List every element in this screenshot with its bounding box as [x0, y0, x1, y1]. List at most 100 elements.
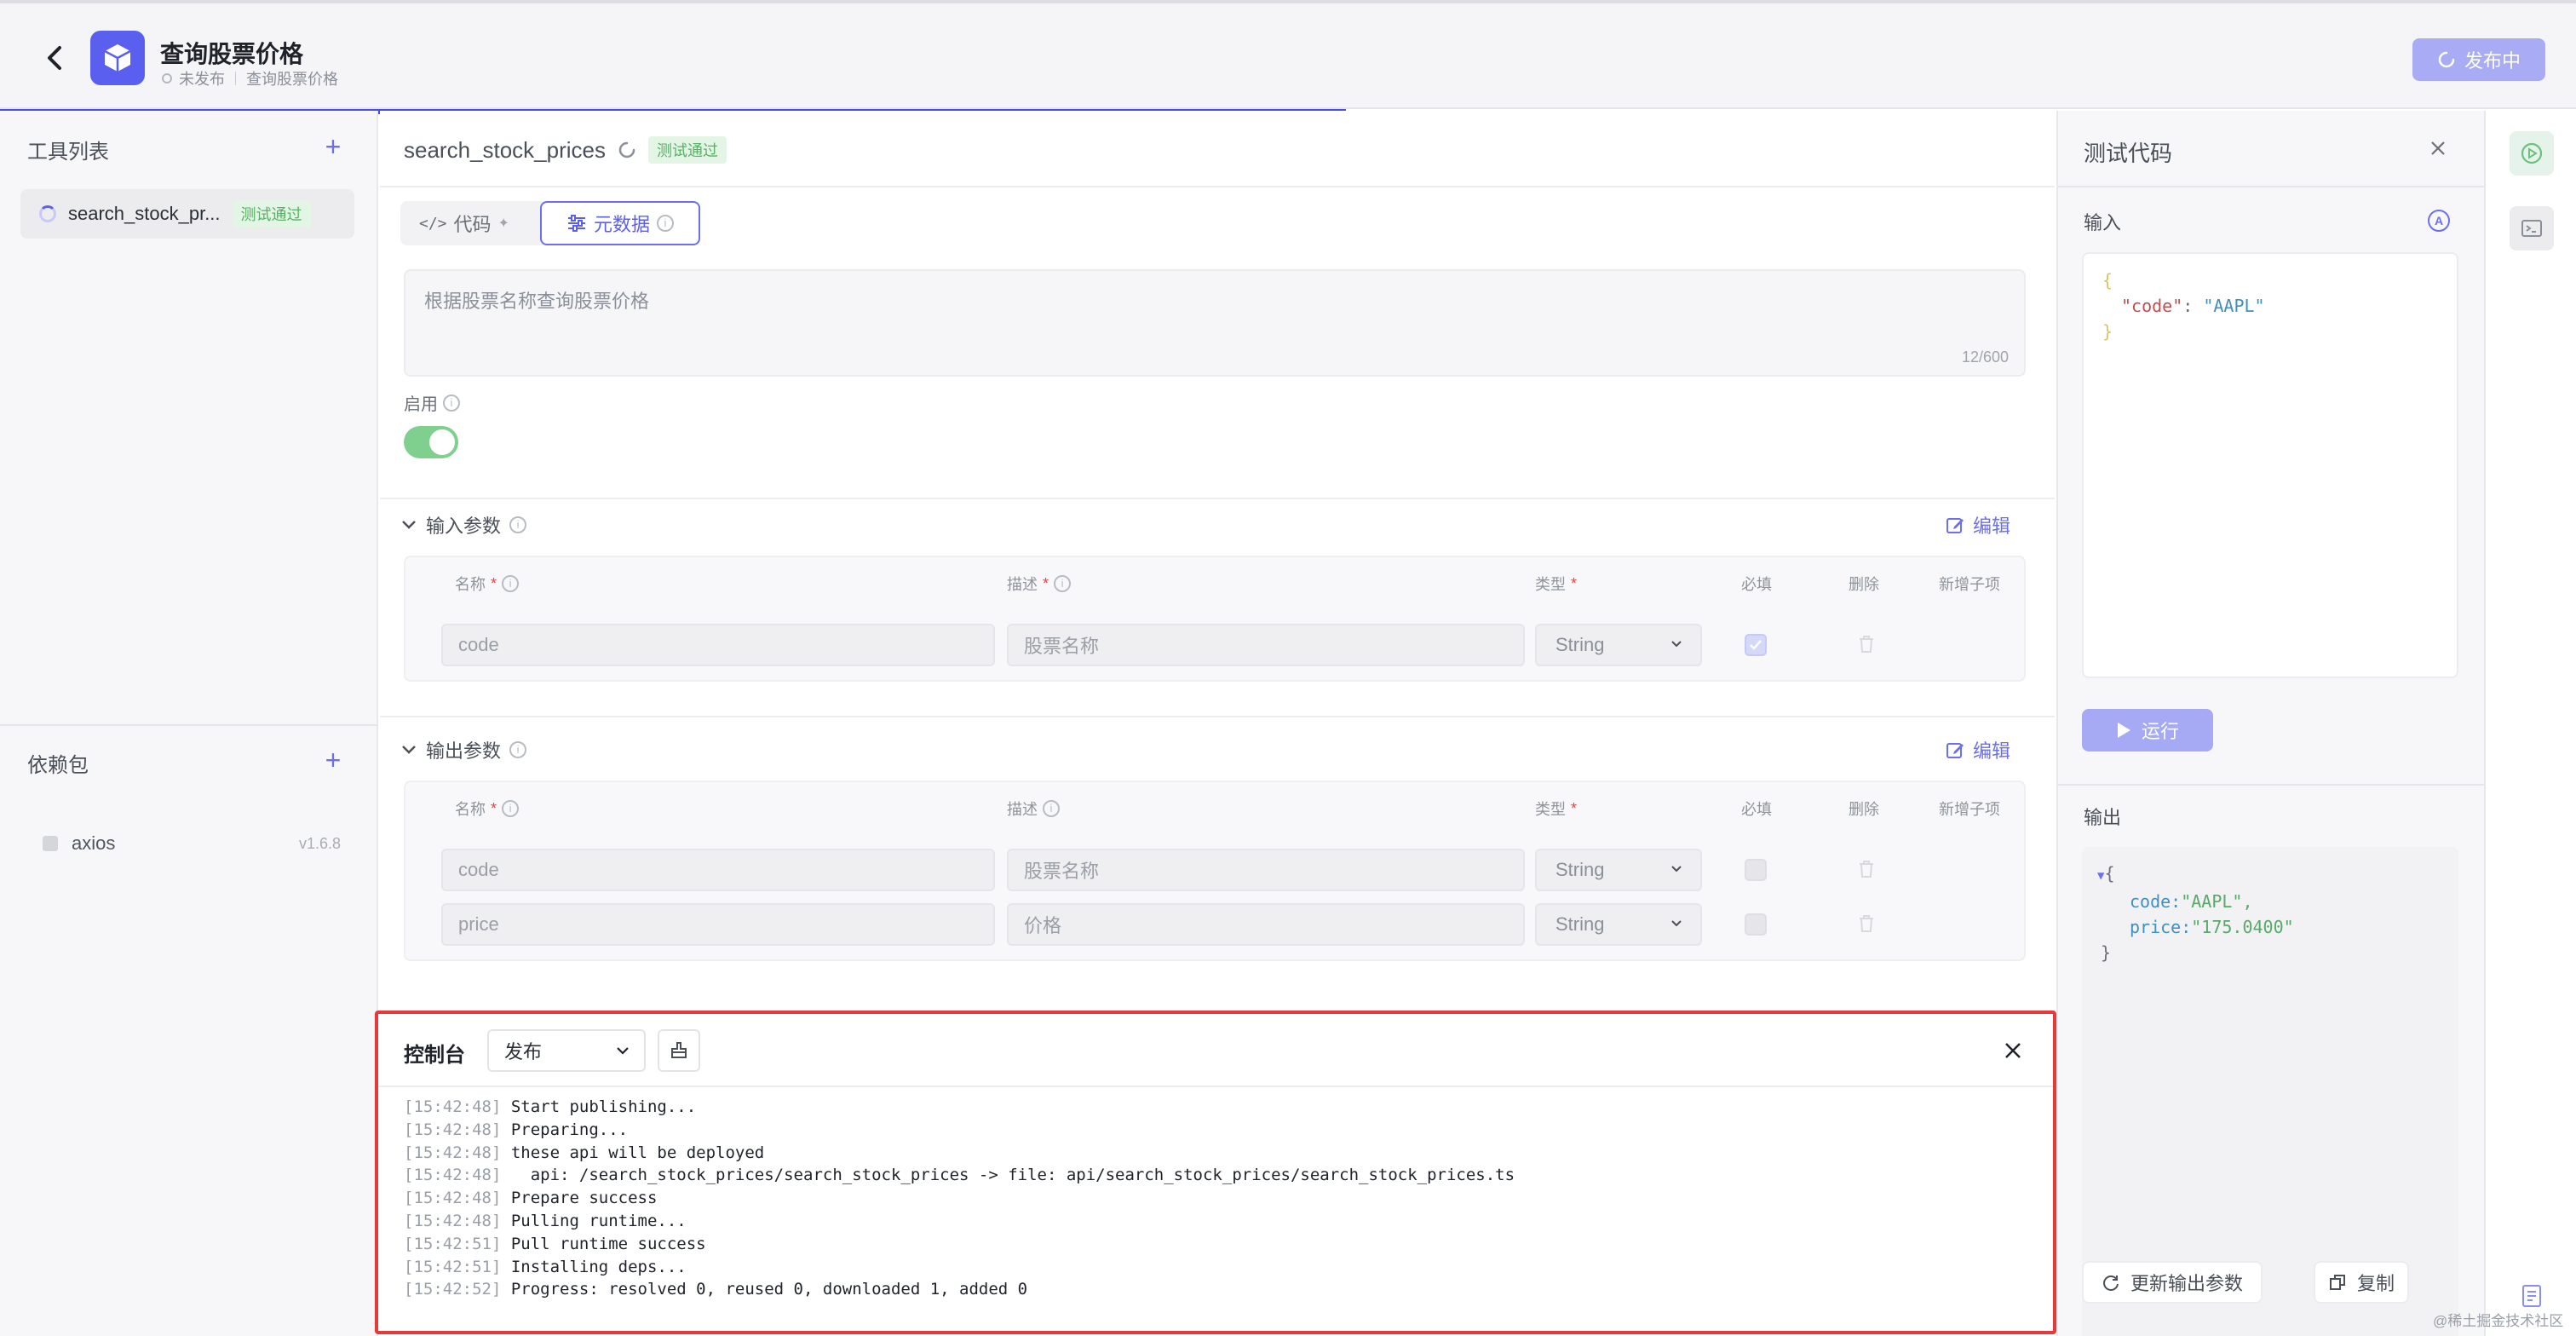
input-code-editor[interactable]: { "code": "AAPL" } [2082, 252, 2458, 678]
close-icon[interactable] [1998, 1036, 2027, 1065]
edit-input-params-button[interactable]: 编辑 [1946, 511, 2010, 538]
tool-list-item[interactable]: search_stock_pr... 测试通过 [20, 189, 354, 239]
update-output-params-button[interactable]: 更新输出参数 [2082, 1261, 2263, 1304]
dependency-item[interactable]: axios v1.6.8 [43, 826, 341, 861]
log-line: [15:42:51] Pull runtime success [404, 1233, 1515, 1256]
watermark: @稀土掘金技术社区 [2433, 1313, 2564, 1329]
edit-output-params-button[interactable]: 编辑 [1946, 736, 2010, 763]
add-dependency-plus-icon[interactable]: + [320, 746, 346, 774]
log-line: [15:42:48] api: /search_stock_prices/sea… [404, 1164, 1515, 1187]
log-message: Prepare success [501, 1189, 658, 1208]
column-header-name: 名称 * i [455, 798, 520, 820]
code-value: "AAPL" [2203, 296, 2265, 316]
divider [0, 724, 377, 726]
check-icon [1750, 640, 1762, 650]
char-counter: 12/600 [1961, 348, 2009, 366]
log-timestamp: [15:42:48] [404, 1120, 502, 1139]
param-desc-input[interactable]: 股票名称 [1007, 849, 1525, 891]
trash-icon[interactable] [1857, 913, 1876, 934]
log-timestamp: [15:42:48] [404, 1143, 502, 1162]
divider [380, 498, 2055, 499]
column-header-desc: 描述 * i [1007, 573, 1072, 595]
column-header-desc-text: 描述 [1007, 576, 1038, 593]
test-panel-title: 测试代码 [2084, 141, 2173, 166]
tab-metadata[interactable]: 元数据 i [540, 201, 700, 245]
loading-spinner-icon [39, 205, 56, 222]
output-label: 输出 [2084, 807, 2122, 828]
page-subtitle: 未发布 查询股票价格 [162, 67, 338, 89]
enable-toggle[interactable] [404, 426, 458, 458]
divider [2058, 784, 2484, 786]
back-button[interactable] [37, 41, 72, 75]
code-value: "175.0400" [2191, 917, 2294, 937]
log-timestamp: [15:42:48] [404, 1189, 502, 1208]
info-icon: i [509, 516, 527, 533]
column-header-type: 类型 * [1535, 573, 1577, 595]
tab-metadata-label: 元数据 [593, 214, 650, 235]
log-line: [15:42:48] Preparing... [404, 1119, 1515, 1142]
document-icon[interactable] [2520, 1283, 2544, 1309]
clear-console-button[interactable] [658, 1029, 700, 1072]
console-toggle[interactable] [2510, 206, 2554, 250]
log-timestamp: [15:42:48] [404, 1097, 502, 1116]
dependencies-title: 依赖包 [27, 754, 89, 777]
status-dot-icon [162, 73, 172, 84]
info-icon: i [502, 800, 520, 817]
left-sidebar: 工具列表 + search_stock_pr... 测试通过 依赖包 + axi… [0, 111, 378, 1336]
chevron-down-icon [617, 1047, 629, 1055]
trash-icon[interactable] [1857, 859, 1876, 879]
input-params-table: 名称 * i 描述 * i 类型 * 必填 删除 新增子项 code 股票名称 Strin… [404, 556, 2026, 682]
add-tool-plus-icon[interactable]: + [320, 133, 346, 160]
play-icon [2117, 723, 2130, 738]
param-type-select[interactable]: String [1535, 624, 1702, 666]
play-circle-icon [2521, 142, 2543, 164]
test-panel: 测试代码 输入 A { "code": "AAPL" } 运行 输出 ▼{ co… [2056, 111, 2486, 1336]
run-button[interactable]: 运行 [2082, 709, 2213, 752]
input-params-header[interactable]: 输入参数 i [400, 511, 527, 538]
divider [2058, 186, 2484, 187]
code-value: "AAPL", [2181, 891, 2253, 912]
param-name-input[interactable]: code [441, 849, 995, 891]
param-name-input[interactable]: code [441, 624, 995, 666]
info-icon: i [657, 215, 674, 232]
log-message: Pull runtime success [501, 1234, 706, 1253]
code-icon: </> [419, 214, 447, 233]
log-timestamp: [15:42:51] [404, 1234, 502, 1253]
publish-button[interactable]: 发布中 [2412, 38, 2545, 81]
param-desc-input[interactable]: 股票名称 [1007, 624, 1525, 666]
param-type-select[interactable]: String [1535, 849, 1702, 891]
info-icon: i [1043, 800, 1060, 817]
trash-icon[interactable] [1857, 634, 1876, 654]
tool-item-name: search_stock_pr... [68, 203, 221, 224]
format-icon[interactable]: A [2428, 210, 2450, 232]
description-textarea[interactable]: 根据股票名称查询股票价格 12/600 [404, 269, 2026, 377]
description-text: 根据股票名称查询股票价格 [424, 291, 650, 312]
copy-label: 复制 [2356, 1273, 2395, 1294]
edit-label: 编辑 [1973, 740, 2011, 762]
log-message: Preparing... [501, 1120, 629, 1139]
required-checkbox[interactable] [1745, 859, 1767, 881]
sparkle-icon: ✦ [497, 216, 509, 231]
console-mode-select[interactable]: 发布 [487, 1029, 646, 1072]
required-checkbox[interactable] [1745, 913, 1767, 936]
param-type-select[interactable]: String [1535, 903, 1702, 946]
log-line: [15:42:48] Pulling runtime... [404, 1210, 1515, 1233]
code-line: "code": "AAPL" [2102, 293, 2438, 319]
publish-status: 未发布 [179, 71, 225, 88]
code-open-brace: { [2102, 270, 2113, 291]
copy-button[interactable]: 复制 [2314, 1261, 2409, 1304]
param-desc-input[interactable]: 价格 [1007, 903, 1525, 946]
output-params-header[interactable]: 输出参数 i [400, 736, 527, 763]
required-checkbox[interactable] [1745, 634, 1767, 656]
divider [380, 716, 2055, 717]
param-name-input[interactable]: price [441, 903, 995, 946]
tab-code-label: 代码 [453, 214, 492, 235]
info-icon: i [502, 575, 520, 592]
column-header-add-child: 新增子项 [1939, 576, 2000, 593]
close-icon[interactable] [2426, 136, 2450, 160]
column-header-type: 类型 * [1535, 798, 1577, 820]
tab-code[interactable]: </> 代码 ✦ [419, 201, 509, 245]
log-message: api: /search_stock_prices/search_stock_p… [501, 1166, 1515, 1185]
right-rail [2487, 111, 2576, 1336]
test-run-toggle[interactable] [2510, 131, 2554, 176]
